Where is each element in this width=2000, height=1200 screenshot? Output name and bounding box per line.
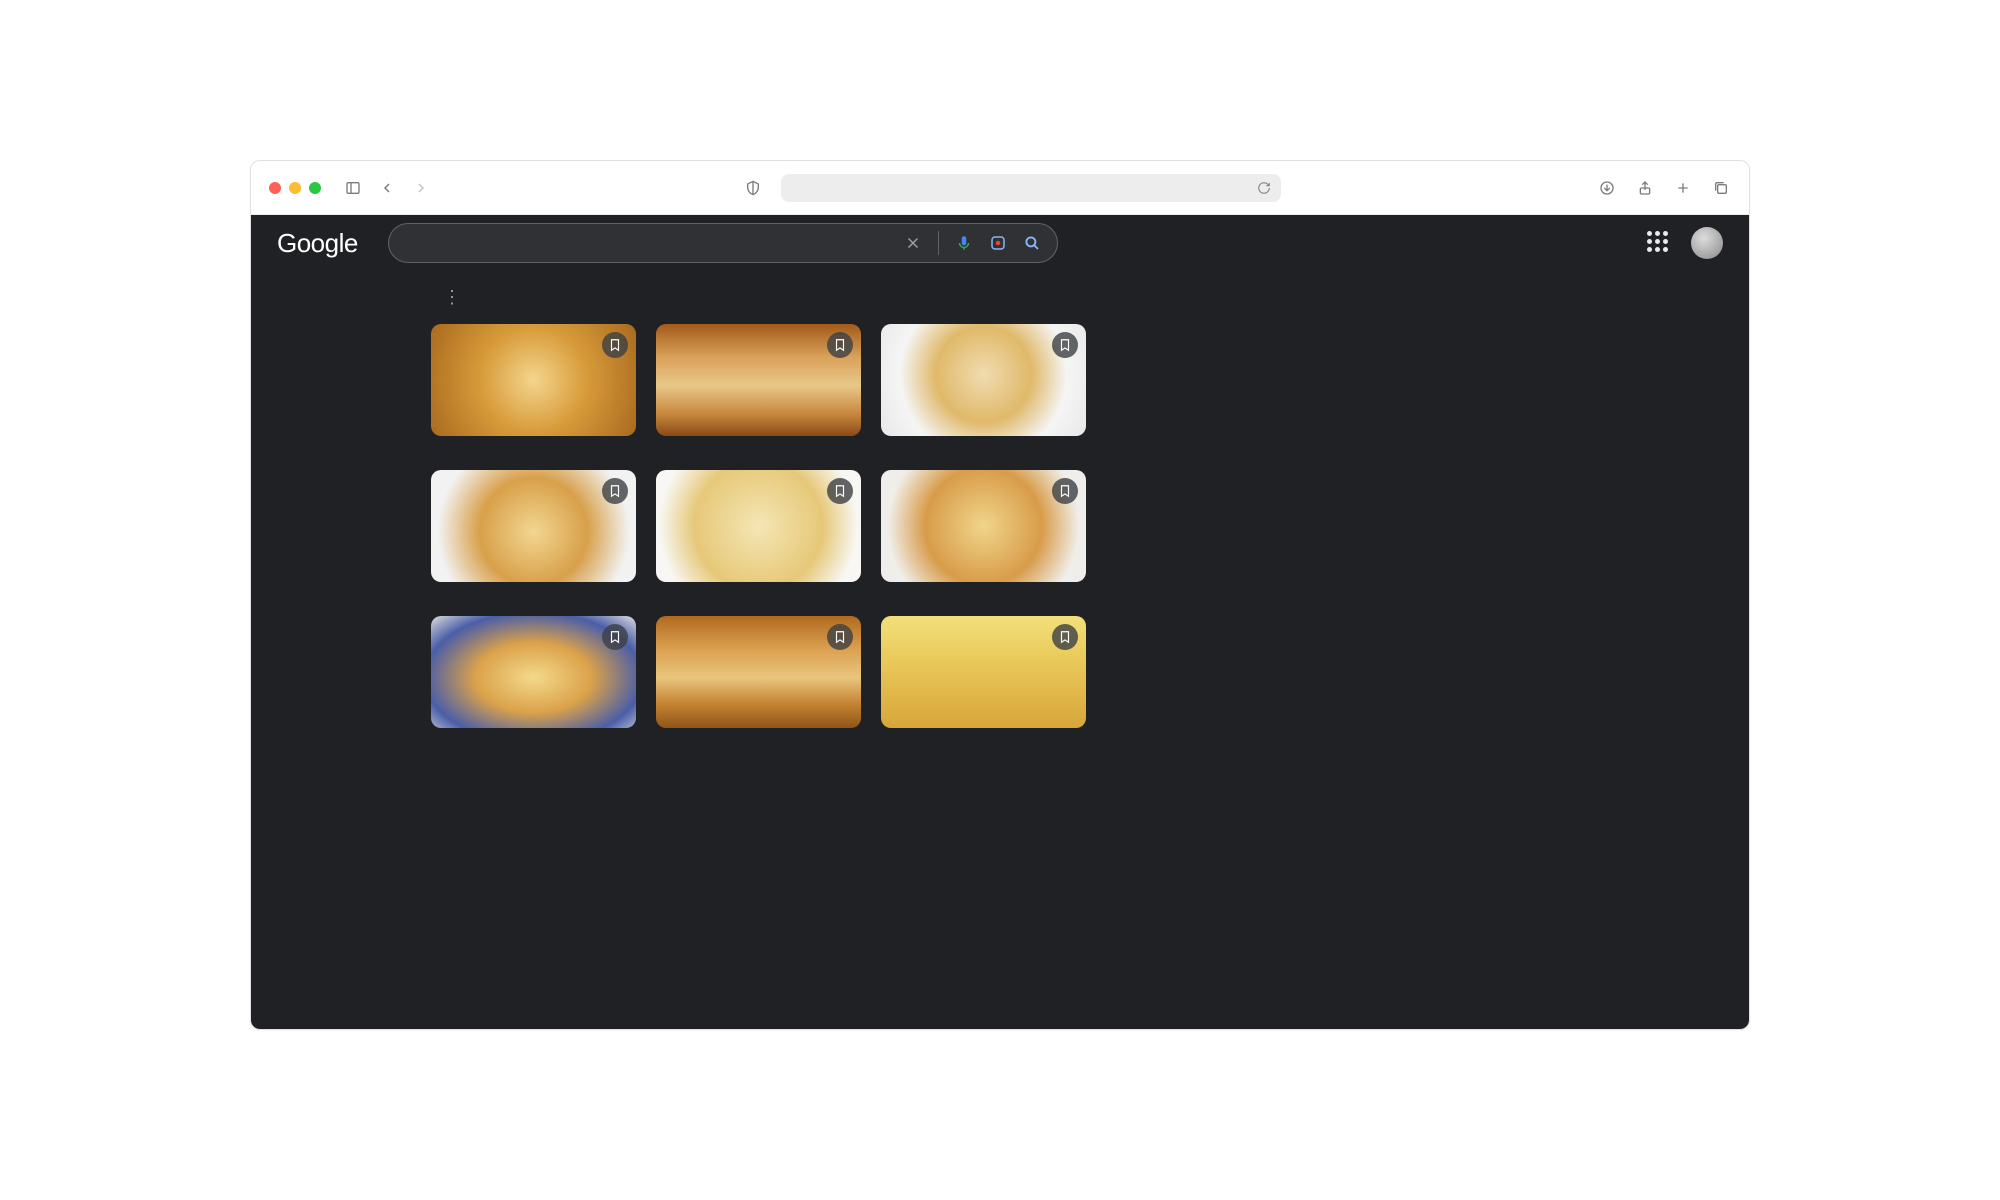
save-recipe-button[interactable] bbox=[827, 332, 853, 358]
browser-window: Google bbox=[250, 160, 1750, 1030]
search-box[interactable] bbox=[388, 223, 1058, 263]
recipe-thumbnail[interactable] bbox=[881, 324, 1086, 436]
search-input[interactable] bbox=[405, 235, 894, 252]
share-icon[interactable] bbox=[1635, 178, 1655, 198]
section-menu-icon[interactable]: ⋮ bbox=[443, 287, 461, 308]
recipe-thumbnail[interactable] bbox=[656, 616, 861, 728]
page-content: Google bbox=[251, 215, 1749, 1029]
recipe-thumbnail[interactable] bbox=[431, 470, 636, 582]
save-recipe-button[interactable] bbox=[602, 478, 628, 504]
save-recipe-button[interactable] bbox=[602, 624, 628, 650]
google-logo[interactable]: Google bbox=[277, 228, 358, 259]
recipe-card[interactable] bbox=[656, 616, 861, 728]
new-tab-icon[interactable] bbox=[1673, 178, 1693, 198]
clear-search-icon[interactable] bbox=[904, 234, 922, 252]
recipe-thumbnail[interactable] bbox=[656, 470, 861, 582]
save-recipe-button[interactable] bbox=[1052, 478, 1078, 504]
save-recipe-button[interactable] bbox=[1052, 624, 1078, 650]
tabs-overview-icon[interactable] bbox=[1711, 178, 1731, 198]
recipe-card[interactable] bbox=[881, 470, 1086, 596]
downloads-icon[interactable] bbox=[1597, 178, 1617, 198]
google-apps-icon[interactable] bbox=[1647, 231, 1671, 255]
minimize-window-button[interactable] bbox=[289, 182, 301, 194]
save-recipe-button[interactable] bbox=[827, 624, 853, 650]
search-submit-icon[interactable] bbox=[1023, 234, 1041, 252]
voice-search-icon[interactable] bbox=[955, 234, 973, 252]
save-recipe-button[interactable] bbox=[602, 332, 628, 358]
recipe-card[interactable] bbox=[881, 324, 1086, 450]
divider bbox=[938, 231, 939, 255]
recipe-thumbnail[interactable] bbox=[881, 470, 1086, 582]
recipe-card[interactable] bbox=[431, 470, 636, 596]
recipe-card[interactable] bbox=[881, 616, 1086, 728]
account-avatar[interactable] bbox=[1691, 227, 1723, 259]
recipe-thumbnail[interactable] bbox=[881, 616, 1086, 728]
lens-search-icon[interactable] bbox=[989, 234, 1007, 252]
recipe-thumbnail[interactable] bbox=[431, 616, 636, 728]
maximize-window-button[interactable] bbox=[309, 182, 321, 194]
close-window-button[interactable] bbox=[269, 182, 281, 194]
save-recipe-button[interactable] bbox=[1052, 332, 1078, 358]
google-header: Google bbox=[251, 215, 1749, 271]
reload-icon[interactable] bbox=[1257, 181, 1271, 195]
save-recipe-button[interactable] bbox=[827, 478, 853, 504]
results-area: ⋮ bbox=[251, 271, 1749, 1029]
recipe-grid bbox=[431, 324, 1749, 728]
recipe-thumbnail[interactable] bbox=[431, 324, 636, 436]
sidebar-toggle-icon[interactable] bbox=[343, 178, 363, 198]
address-bar[interactable] bbox=[781, 174, 1281, 202]
recipe-thumbnail[interactable] bbox=[656, 324, 861, 436]
privacy-shield-icon[interactable] bbox=[743, 178, 763, 198]
recipe-card[interactable] bbox=[656, 324, 861, 450]
window-controls bbox=[269, 182, 321, 194]
forward-button[interactable] bbox=[411, 178, 431, 198]
browser-toolbar bbox=[251, 161, 1749, 215]
recipe-card[interactable] bbox=[656, 470, 861, 596]
back-button[interactable] bbox=[377, 178, 397, 198]
recipe-card[interactable] bbox=[431, 616, 636, 728]
recipe-card[interactable] bbox=[431, 324, 636, 450]
